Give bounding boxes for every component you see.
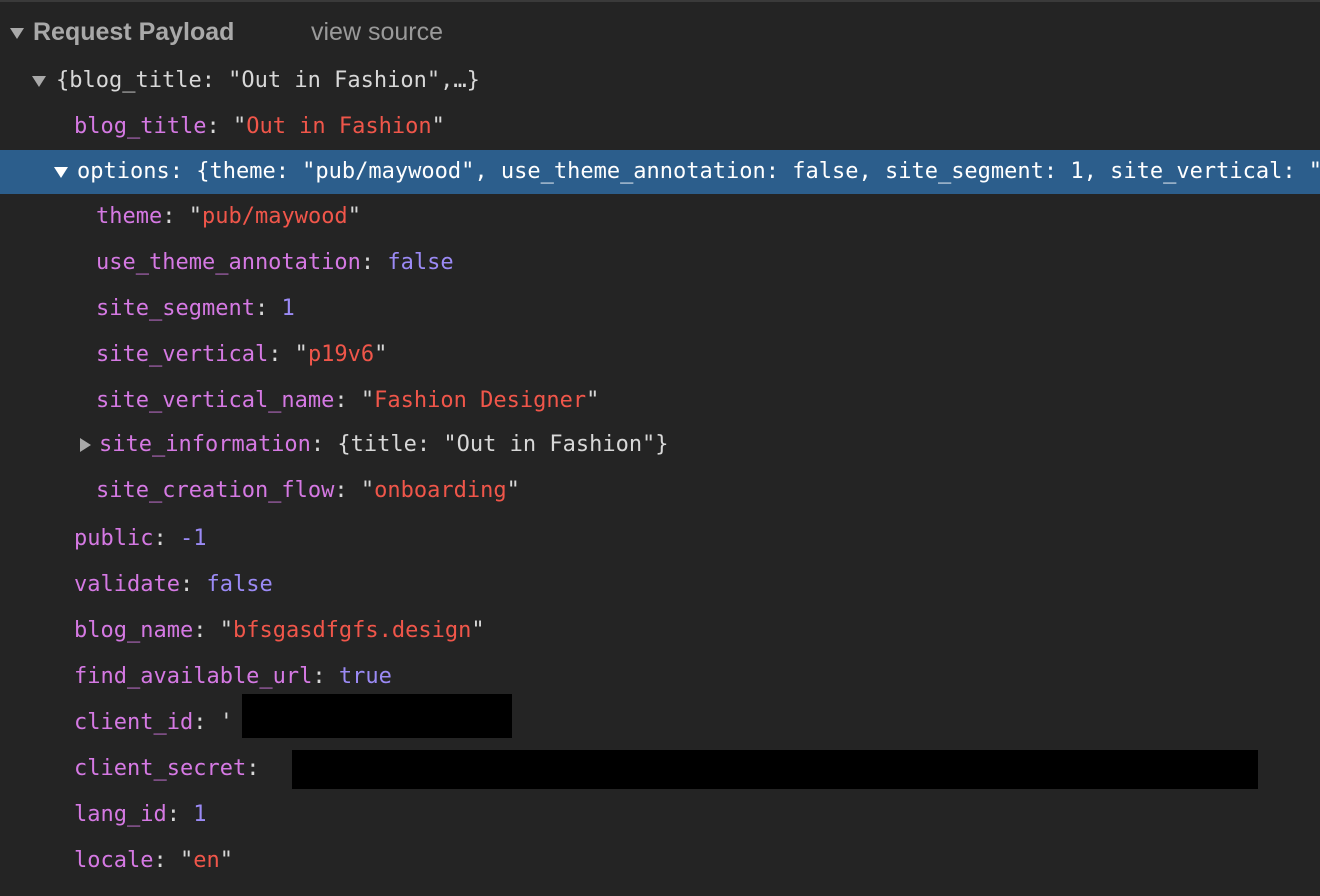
prop-row-use-theme-annotation[interactable]: use_theme_annotation: false: [0, 241, 1320, 285]
prop-row-site-vertical[interactable]: site_vertical: "p19v6": [0, 333, 1320, 377]
prop-value: false: [206, 572, 273, 597]
prop-row-site-creation-flow[interactable]: site_creation_flow: "onboarding": [0, 469, 1320, 513]
prop-value: pub/maywood: [201, 204, 348, 229]
prop-value: Fashion Designer: [374, 388, 587, 413]
prop-key: public: [74, 526, 154, 551]
prop-value: p19v6: [307, 342, 375, 367]
prop-key: site_segment: [96, 296, 255, 321]
prop-key: site_information: [99, 432, 311, 457]
expand-options-toggle[interactable]: [53, 150, 69, 194]
site-information-summary: {title: "Out in Fashion"}: [337, 432, 669, 457]
prop-key: blog_name: [74, 618, 194, 643]
prop-value: 1: [193, 802, 207, 827]
panel-top-border: [0, 0, 1320, 2]
prop-row-find-available-url[interactable]: find_available_url: true: [0, 655, 1320, 699]
request-payload-header[interactable]: Request Payload view source: [0, 14, 1320, 52]
prop-row-options[interactable]: options: {theme: "pub/maywood", use_them…: [0, 150, 1320, 194]
expand-root-toggle[interactable]: [31, 59, 47, 103]
prop-row-client-id[interactable]: client_id: ': [0, 701, 1320, 745]
prop-key: site_vertical: [96, 342, 269, 367]
prop-row-site-information[interactable]: site_information: {title: "Out in Fashio…: [0, 423, 1320, 467]
prop-key: client_secret: [74, 756, 247, 781]
payload-root-row[interactable]: {blog_title: "Out in Fashion",…}: [0, 59, 1320, 103]
prop-value-prefix: ': [219, 710, 233, 735]
prop-value: true: [338, 664, 392, 689]
disclosure-triangle-expanded-icon[interactable]: [10, 28, 24, 39]
prop-value: -1: [179, 526, 207, 551]
prop-row-blog-title[interactable]: blog_title: "Out in Fashion": [0, 105, 1320, 149]
prop-key: use_theme_annotation: [96, 250, 361, 275]
prop-key: options: [77, 159, 170, 184]
prop-value: 1: [281, 296, 295, 321]
disclosure-triangle-expanded-icon: [54, 166, 68, 178]
disclosure-triangle-expanded-icon: [32, 75, 46, 87]
prop-row-theme[interactable]: theme: "pub/maywood": [0, 195, 1320, 239]
prop-key: theme: [96, 204, 163, 229]
prop-row-validate[interactable]: validate: false: [0, 563, 1320, 607]
prop-key: locale: [74, 848, 154, 873]
prop-row-site-segment[interactable]: site_segment: 1: [0, 287, 1320, 331]
prop-value: false: [387, 250, 454, 275]
prop-value: Out in Fashion: [246, 114, 432, 139]
prop-key: blog_title: [74, 114, 207, 139]
prop-value: en: [193, 848, 220, 873]
options-summary: {theme: "pub/maywood", use_theme_annotat…: [196, 159, 1320, 184]
section-title: Request Payload: [33, 18, 235, 46]
prop-row-blog-name[interactable]: blog_name: "bfsgasdfgfs.design": [0, 609, 1320, 653]
prop-row-site-vertical-name[interactable]: site_vertical_name: "Fashion Designer": [0, 379, 1320, 423]
root-summary: {blog_title: "Out in Fashion",…}: [56, 68, 480, 93]
prop-key: lang_id: [74, 802, 167, 827]
prop-key: client_id: [74, 710, 194, 735]
disclosure-triangle-collapsed-icon: [79, 438, 91, 452]
redacted-client-secret-value: [292, 750, 1258, 789]
view-source-link[interactable]: view source: [311, 18, 443, 47]
prop-key: find_available_url: [74, 664, 313, 689]
prop-row-public[interactable]: public: -1: [0, 517, 1320, 561]
prop-key: site_creation_flow: [96, 478, 335, 503]
prop-value: onboarding: [374, 478, 507, 503]
prop-key: validate: [74, 572, 180, 597]
expand-site-information-toggle[interactable]: [77, 423, 93, 467]
redacted-client-id-value: [242, 694, 512, 738]
prop-row-locale[interactable]: locale: "en": [0, 839, 1320, 883]
prop-row-lang-id[interactable]: lang_id: 1: [0, 793, 1320, 837]
prop-key: site_vertical_name: [96, 388, 335, 413]
prop-value: bfsgasdfgfs.design: [232, 618, 472, 643]
